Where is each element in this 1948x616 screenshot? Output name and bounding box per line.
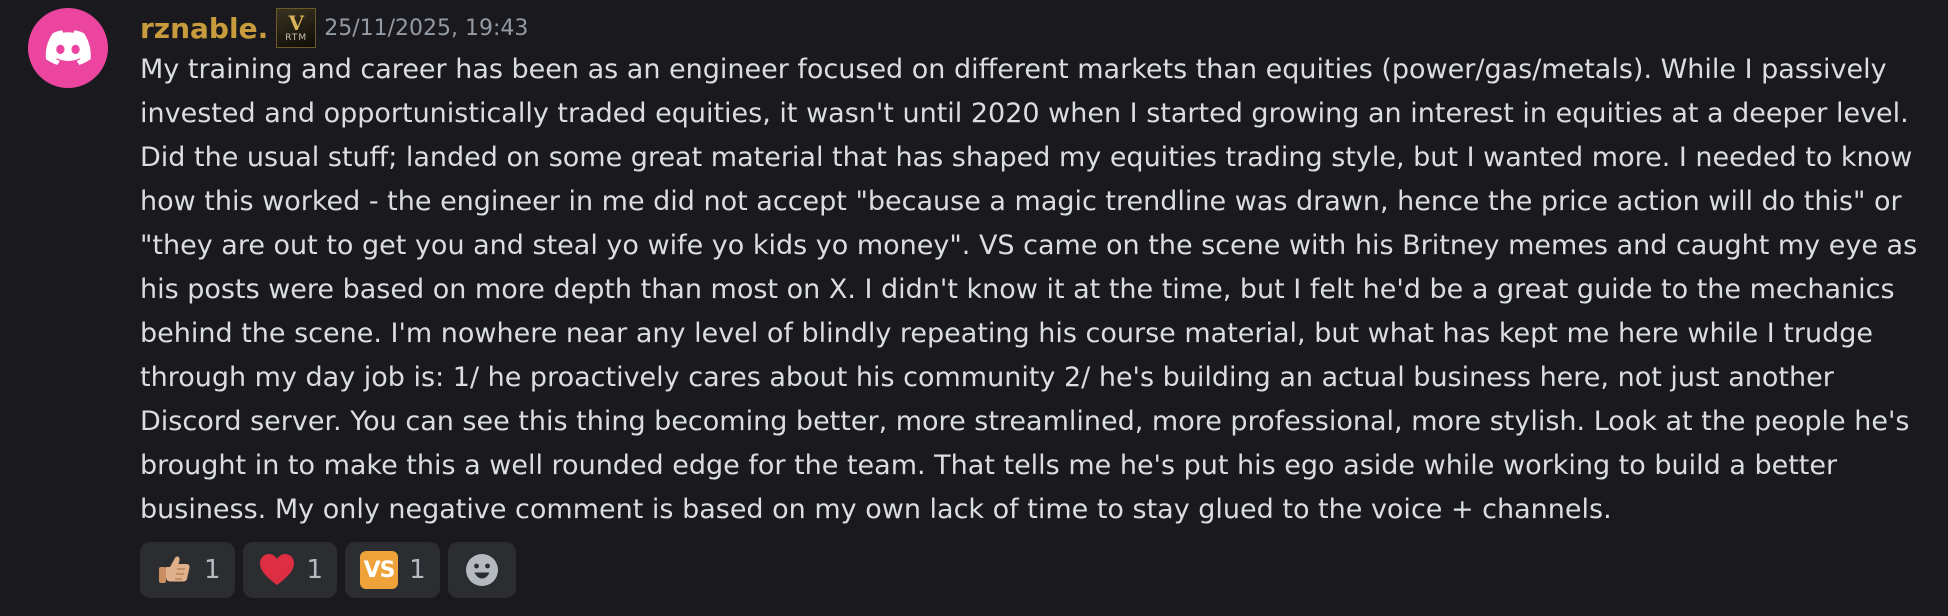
vs-emoji-icon: VS [359, 550, 399, 590]
badge-main-text: V [288, 11, 304, 35]
chat-message: rznable. V RTM 25/11/2025, 19:43 My trai… [0, 0, 1948, 616]
reaction-vs[interactable]: VS 1 [345, 542, 440, 598]
reactions-bar: 1 1 VS 1 [140, 542, 516, 598]
badge-sub-text: RTM [285, 33, 308, 43]
thumbs-up-icon [154, 550, 194, 590]
discord-logo-icon [45, 30, 91, 65]
timestamp[interactable]: 25/11/2025, 19:43 [324, 16, 528, 41]
add-reaction-smiley-icon [465, 554, 498, 586]
avatar[interactable] [28, 8, 108, 88]
role-badge-icon[interactable]: V RTM [276, 8, 317, 48]
reaction-count: 1 [306, 555, 324, 585]
reaction-count: 1 [204, 555, 221, 585]
reaction-thumbs-up[interactable]: 1 [140, 542, 235, 598]
message-header: rznable. V RTM 25/11/2025, 19:43 [140, 8, 528, 48]
add-reaction-button[interactable] [447, 542, 516, 598]
message-content: My training and career has been as an en… [140, 54, 1918, 525]
heart-icon [257, 550, 297, 590]
reaction-heart[interactable]: 1 [242, 542, 338, 598]
vs-emoji-label: VS [360, 551, 399, 589]
reaction-count: 1 [409, 555, 426, 585]
username[interactable]: rznable. [140, 12, 268, 45]
